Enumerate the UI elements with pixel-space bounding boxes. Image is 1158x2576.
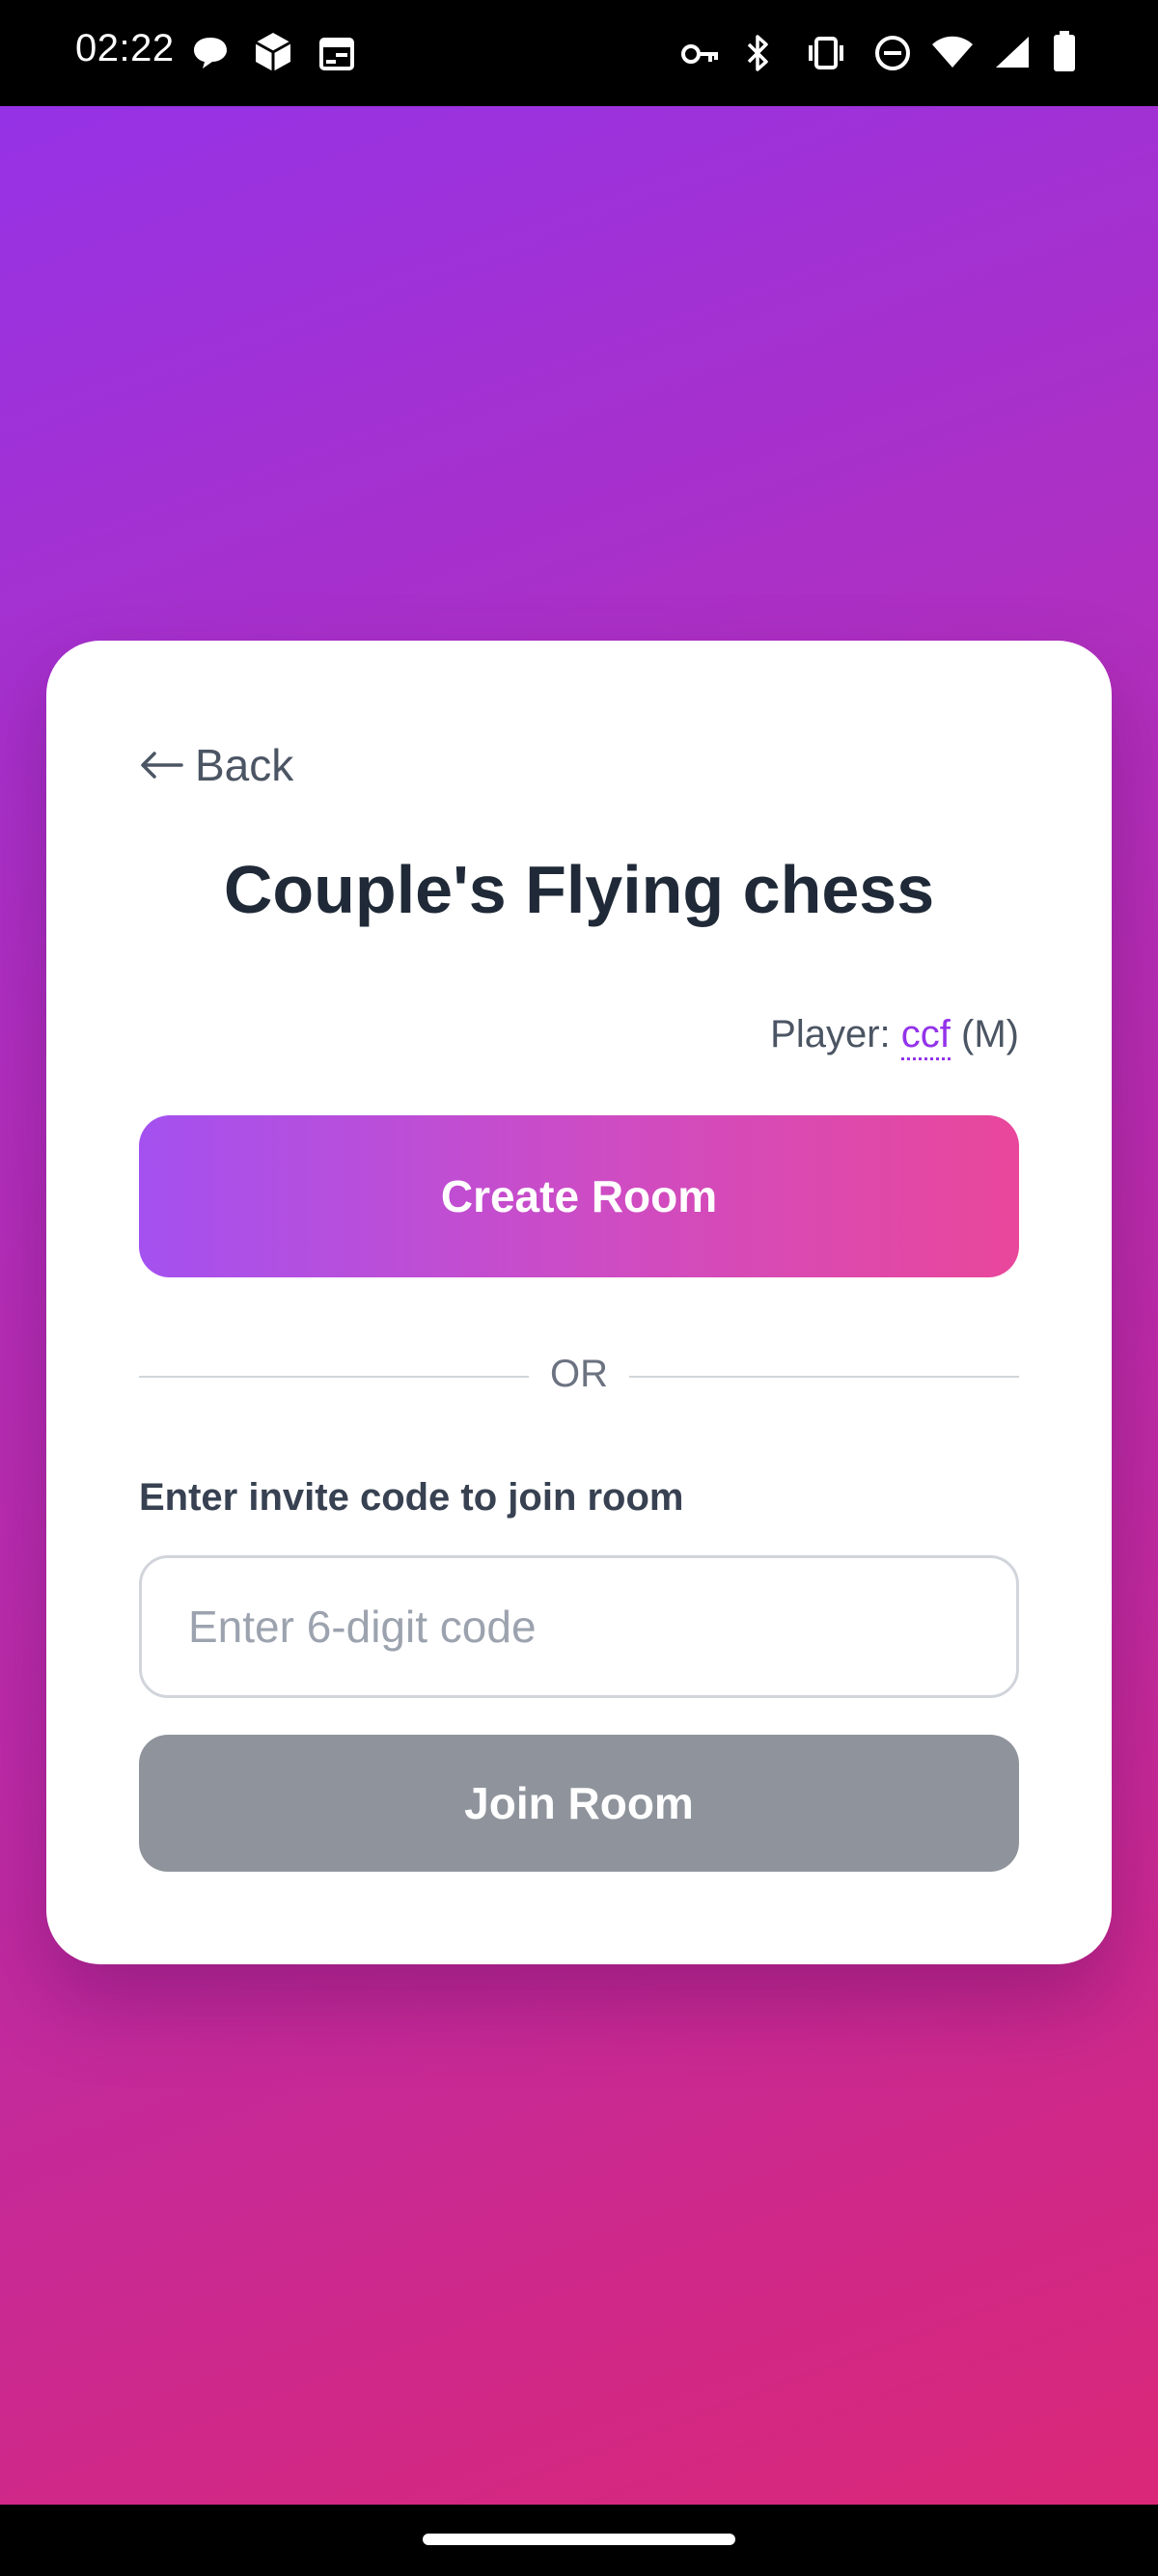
divider-text: OR <box>550 1353 608 1395</box>
or-divider: OR <box>139 1353 1019 1401</box>
cube-app-icon <box>253 31 293 73</box>
navigation-bar <box>0 2505 1158 2576</box>
invite-code-input[interactable] <box>139 1555 1019 1698</box>
invite-code-label: Enter invite code to join room <box>139 1476 684 1519</box>
create-room-button[interactable]: Create Room <box>139 1115 1019 1277</box>
do-not-disturb-icon <box>874 35 911 71</box>
status-bar: 02:22 <box>0 0 1158 106</box>
calendar-icon <box>318 35 355 71</box>
player-name-link[interactable]: ccf <box>900 1013 951 1060</box>
back-button[interactable]: Back <box>139 739 293 791</box>
bluetooth-icon <box>745 33 772 73</box>
player-gender: (M) <box>961 1013 1019 1055</box>
home-gesture-handle[interactable] <box>423 2534 735 2545</box>
vibrate-icon <box>805 37 847 69</box>
player-info: Player: ccf (M) <box>770 1013 1019 1060</box>
cellular-signal-icon <box>994 35 1031 69</box>
page-title: Couple's Flying chess <box>223 852 935 927</box>
chat-bubble-icon <box>191 35 230 71</box>
divider-line-right <box>629 1376 1019 1378</box>
arrow-left-icon <box>141 752 183 779</box>
join-room-button[interactable]: Join Room <box>139 1735 1019 1872</box>
vpn-key-icon <box>681 42 720 66</box>
status-time: 02:22 <box>75 27 175 69</box>
back-label: Back <box>195 740 294 790</box>
wifi-icon <box>930 35 975 69</box>
battery-icon <box>1052 31 1077 73</box>
screen: 02:22 Back Couple's Flying chess Player:… <box>0 0 1158 2576</box>
player-prefix: Player: <box>770 1013 891 1055</box>
join-room-card: Back Couple's Flying chess Player: ccf (… <box>46 641 1112 1964</box>
